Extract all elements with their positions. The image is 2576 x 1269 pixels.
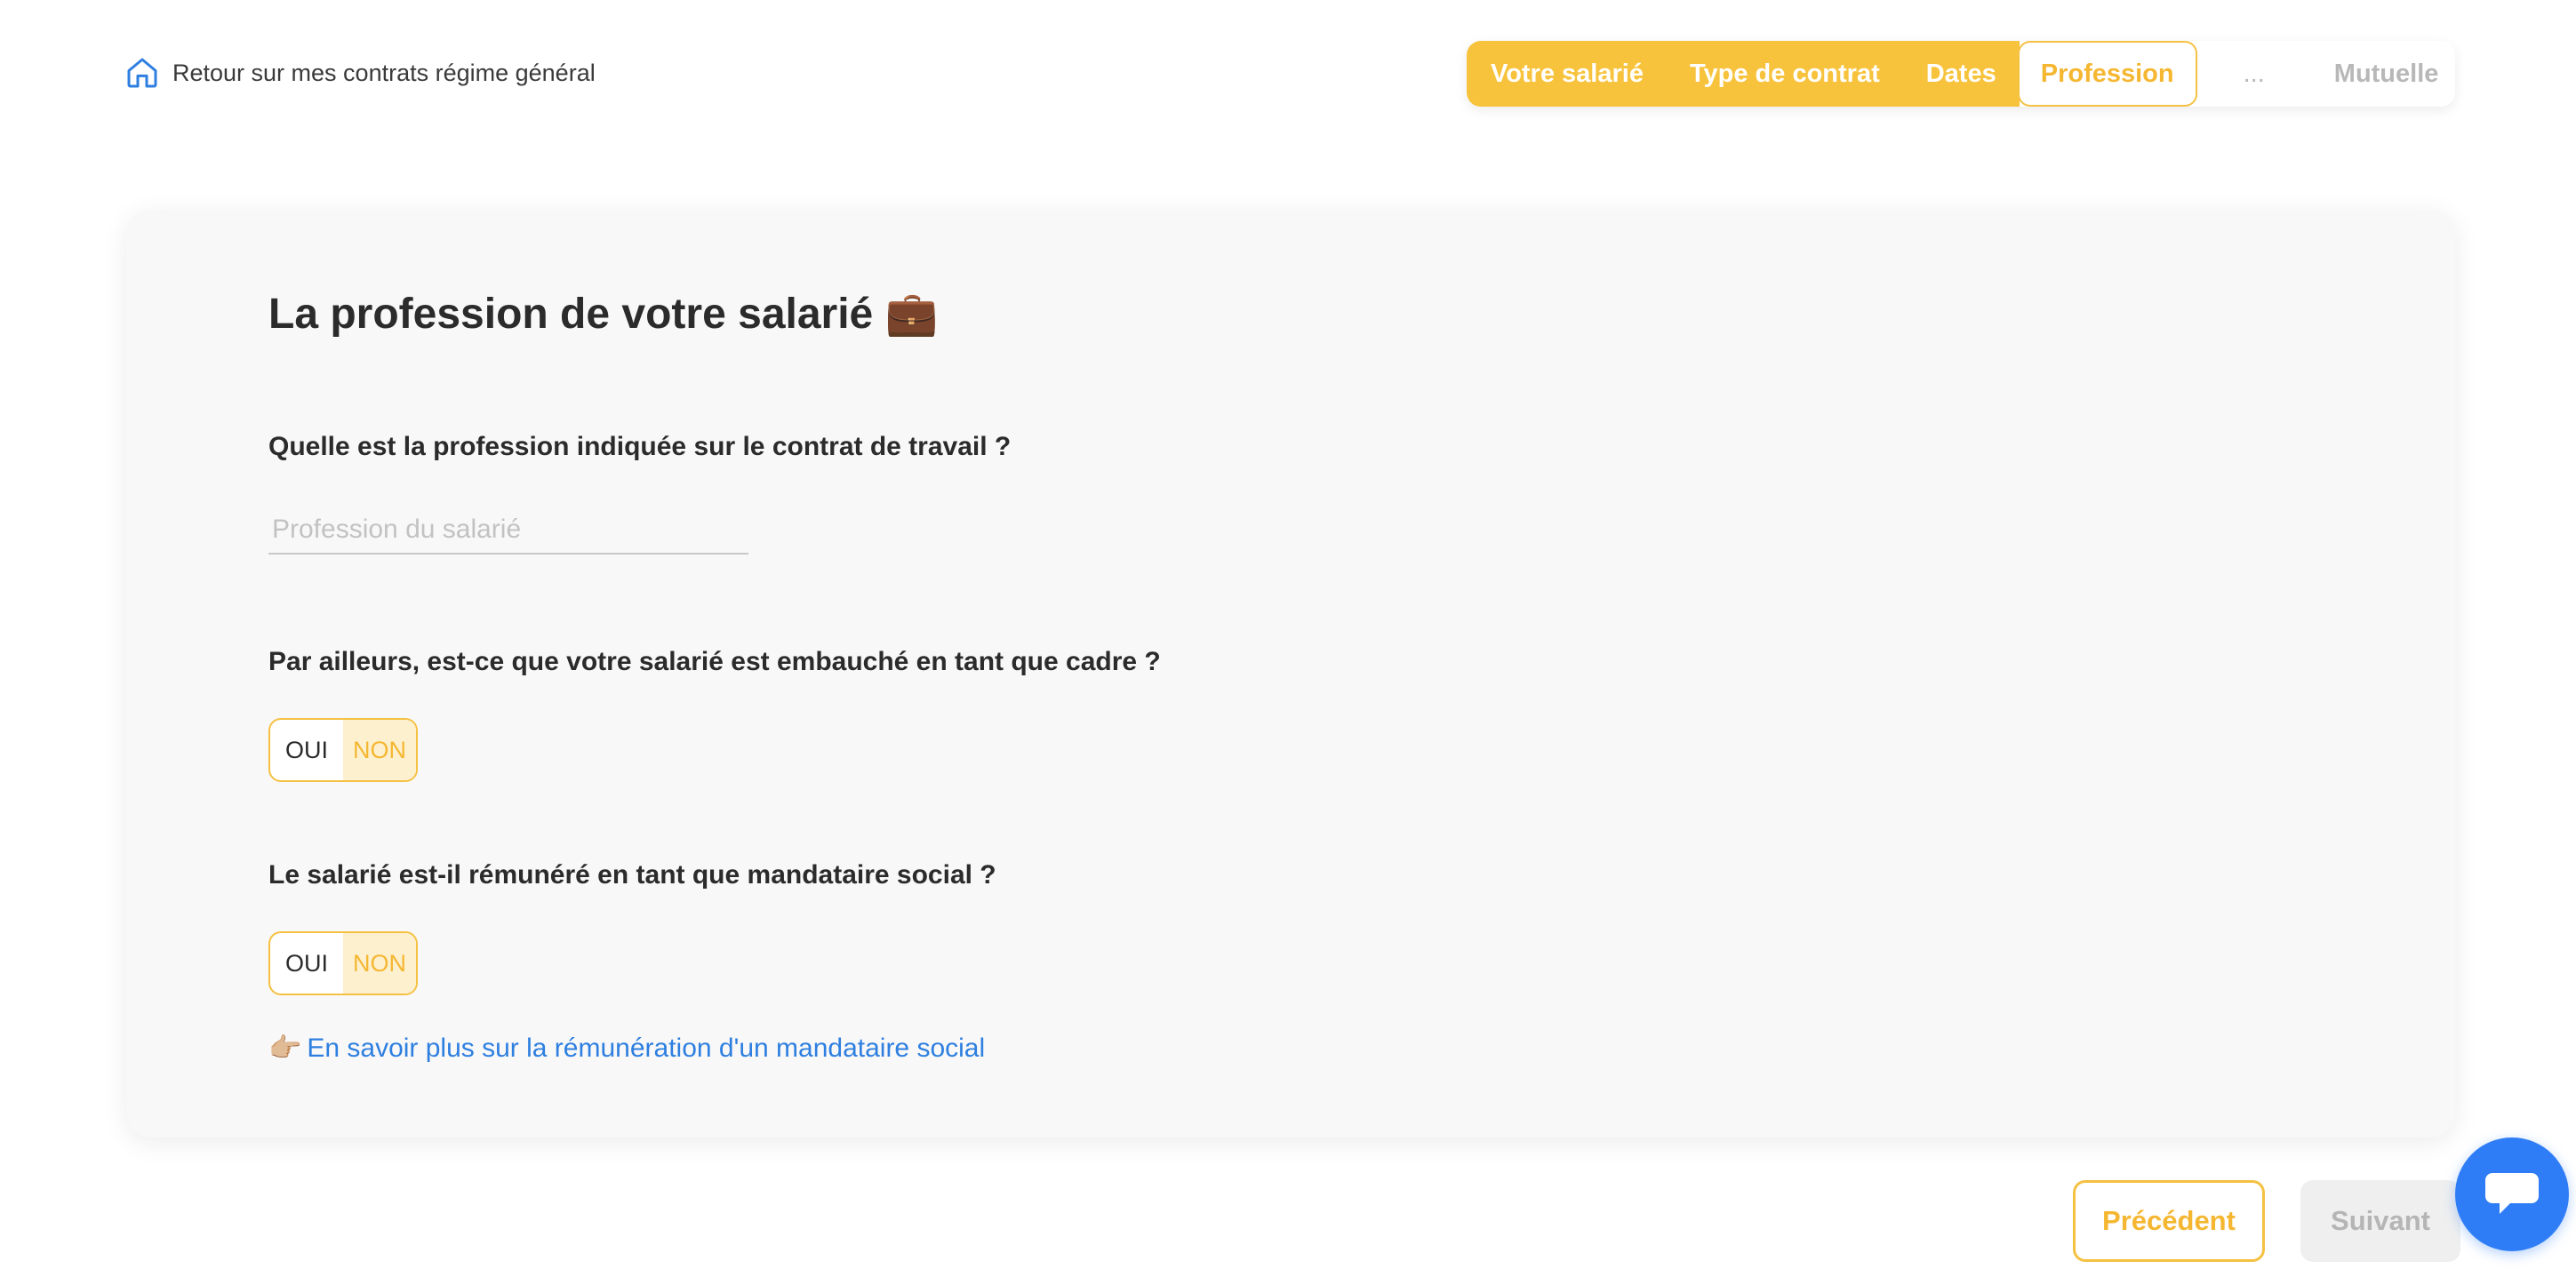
chat-button[interactable]	[2455, 1137, 2569, 1251]
step-type-de-contrat[interactable]: Type de contrat	[1667, 41, 1903, 107]
profession-form-card: La profession de votre salarié 💼 Quelle …	[126, 210, 2455, 1137]
cadre-toggle: OUI NON	[268, 718, 418, 782]
page: Retour sur mes contrats régime général V…	[0, 0, 2576, 1269]
mandataire-toggle: OUI NON	[268, 931, 418, 995]
chat-bubble-icon	[2485, 1173, 2539, 1214]
home-icon	[127, 58, 157, 88]
page-title: La profession de votre salarié 💼	[268, 288, 938, 339]
pointing-hand-icon: 👉🏼	[268, 1034, 302, 1063]
page-title-text: La profession de votre salarié	[268, 291, 874, 338]
completed-steps: Votre salarié Type de contrat Dates	[1467, 41, 2020, 107]
question-mandataire-label: Le salarié est-il rémunéré en tant que m…	[268, 860, 996, 890]
step-profession[interactable]: Profession	[2017, 41, 2197, 107]
progress-stepper: Votre salarié Type de contrat Dates Prof…	[1467, 41, 2455, 107]
next-button[interactable]: Suivant	[2300, 1180, 2460, 1262]
step-dates[interactable]: Dates	[1903, 41, 2020, 107]
briefcase-icon: 💼	[884, 291, 939, 338]
question-profession-label: Quelle est la profession indiquée sur le…	[268, 432, 1012, 461]
cadre-non-option[interactable]: NON	[343, 720, 416, 780]
mandataire-non-option[interactable]: NON	[343, 933, 416, 994]
question-cadre-label: Par ailleurs, est-ce que votre salarié e…	[268, 647, 1161, 676]
mandataire-oui-option[interactable]: OUI	[270, 933, 343, 994]
mandataire-info-link[interactable]: 👉🏼 En savoir plus sur la rémunération d'…	[268, 1033, 985, 1064]
back-to-contracts-link[interactable]: Retour sur mes contrats régime général	[124, 55, 596, 91]
previous-button[interactable]: Précédent	[2073, 1180, 2265, 1262]
back-link-label: Retour sur mes contrats régime général	[172, 59, 596, 86]
cadre-oui-option[interactable]: OUI	[270, 720, 343, 780]
step-votre-salarie[interactable]: Votre salarié	[1467, 41, 1667, 107]
step-ellipsis: ...	[2243, 59, 2265, 88]
step-mutuelle: Mutuelle	[2333, 59, 2439, 88]
info-link-label: En savoir plus sur la rémunération d'un …	[307, 1033, 986, 1063]
profession-input[interactable]	[268, 507, 748, 555]
